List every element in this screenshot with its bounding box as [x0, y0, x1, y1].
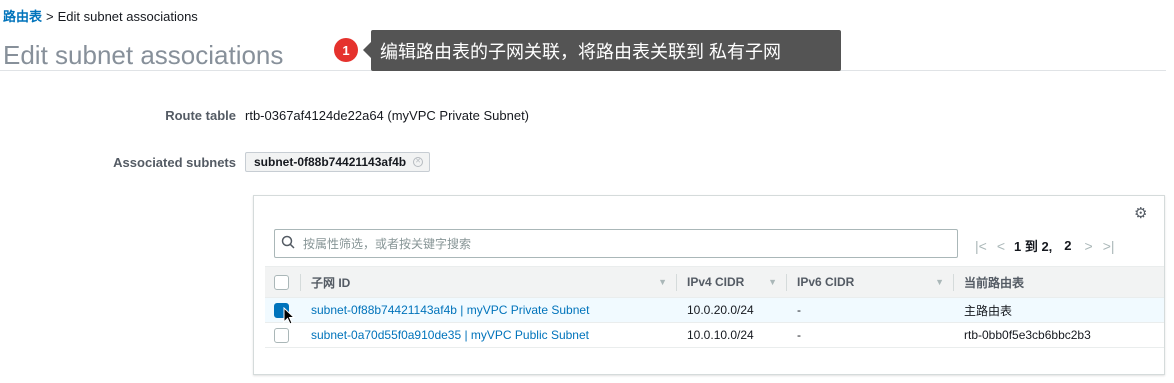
route-table-value: rtb-0367af4124de22a64 (myVPC Private Sub…: [245, 108, 530, 123]
table-row[interactable]: subnet-0f88b74421143af4b | myVPC Private…: [265, 297, 1164, 323]
breadcrumb-separator: >: [46, 9, 54, 24]
select-all-header: [265, 267, 301, 298]
subnet-id-link[interactable]: subnet-0f88b74421143af4b | myVPC Private…: [301, 298, 677, 323]
callout-tooltip: 编辑路由表的子网关联，将路由表关联到 私有子网: [363, 30, 841, 71]
breadcrumb-current: Edit subnet associations: [57, 9, 198, 24]
search-input[interactable]: [301, 230, 951, 257]
token-remove-icon[interactable]: ✕: [413, 157, 424, 167]
table-row[interactable]: subnet-0a70d55f0a910de35 | myVPC Public …: [265, 323, 1164, 348]
column-header-ipv4[interactable]: IPv4 CIDR ▼: [677, 267, 787, 298]
pagination-range: 1 到 2,: [1014, 239, 1053, 254]
subnets-table: 子网 ID ▼ IPv4 CIDR ▼ IPv6 CIDR ▼ 当前路由表 subne…: [265, 266, 1164, 348]
search-box: [274, 229, 958, 258]
select-all-checkbox[interactable]: [274, 274, 289, 290]
mouse-cursor-icon: [283, 307, 296, 325]
sort-caret-icon[interactable]: ▼: [935, 277, 944, 287]
pagination: |< < 1 到 2, 2 > >|: [970, 236, 1120, 255]
subnet-token-label: subnet-0f88b74421143af4b: [254, 155, 407, 169]
ipv4-cidr-cell: 10.0.10.0/24: [687, 328, 754, 342]
callout-text: 编辑路由表的子网关联，将路由表关联到 私有子网: [380, 41, 781, 62]
breadcrumb: 路由表 > Edit subnet associations: [3, 6, 198, 25]
ipv6-cidr-cell: -: [797, 328, 801, 342]
gear-icon[interactable]: ⚙: [1134, 204, 1147, 222]
row-checkbox[interactable]: [274, 327, 289, 343]
associated-subnets-label: Associated subnets: [113, 155, 236, 170]
sort-caret-icon[interactable]: ▼: [768, 277, 777, 287]
current-route-table-cell: 主路由表: [964, 303, 1013, 318]
ipv6-cidr-cell: -: [797, 303, 801, 317]
sort-caret-icon[interactable]: ▼: [658, 277, 667, 287]
subnet-id-link[interactable]: subnet-0a70d55f0a910de35 | myVPC Public …: [301, 323, 677, 348]
row-checkbox-cell: [265, 323, 301, 348]
first-page-icon[interactable]: |<: [975, 238, 987, 254]
column-header-current-route-table[interactable]: 当前路由表: [954, 267, 1164, 298]
page-number[interactable]: 2: [1064, 238, 1071, 253]
page-title: Edit subnet associations: [3, 40, 284, 70]
subnet-selection-panel: ⚙ |< < 1 到 2, 2 > >| 子网 ID▼ IPv4 CIDR▼ I…: [253, 195, 1165, 375]
current-route-table-cell: rtb-0bb0f5e3cb6bbc2b3: [964, 328, 1091, 342]
ipv4-cidr-cell: 10.0.20.0/24: [687, 303, 754, 317]
column-header-subnet-id[interactable]: 子网 ID ▼: [301, 267, 677, 298]
last-page-icon[interactable]: >|: [1103, 238, 1115, 254]
route-table-label: Route table: [165, 108, 236, 123]
breadcrumb-route-tables-link[interactable]: 路由表: [3, 9, 42, 24]
next-page-icon[interactable]: >: [1085, 238, 1093, 254]
callout-step-badge: 1: [334, 38, 358, 62]
prev-page-icon[interactable]: <: [997, 238, 1005, 254]
column-header-ipv6[interactable]: IPv6 CIDR ▼: [787, 267, 954, 298]
table-header-row: 子网 ID ▼ IPv4 CIDR ▼ IPv6 CIDR ▼ 当前路由表: [265, 266, 1164, 298]
subnet-token: subnet-0f88b74421143af4b ✕: [245, 152, 431, 172]
search-icon: [281, 235, 295, 249]
